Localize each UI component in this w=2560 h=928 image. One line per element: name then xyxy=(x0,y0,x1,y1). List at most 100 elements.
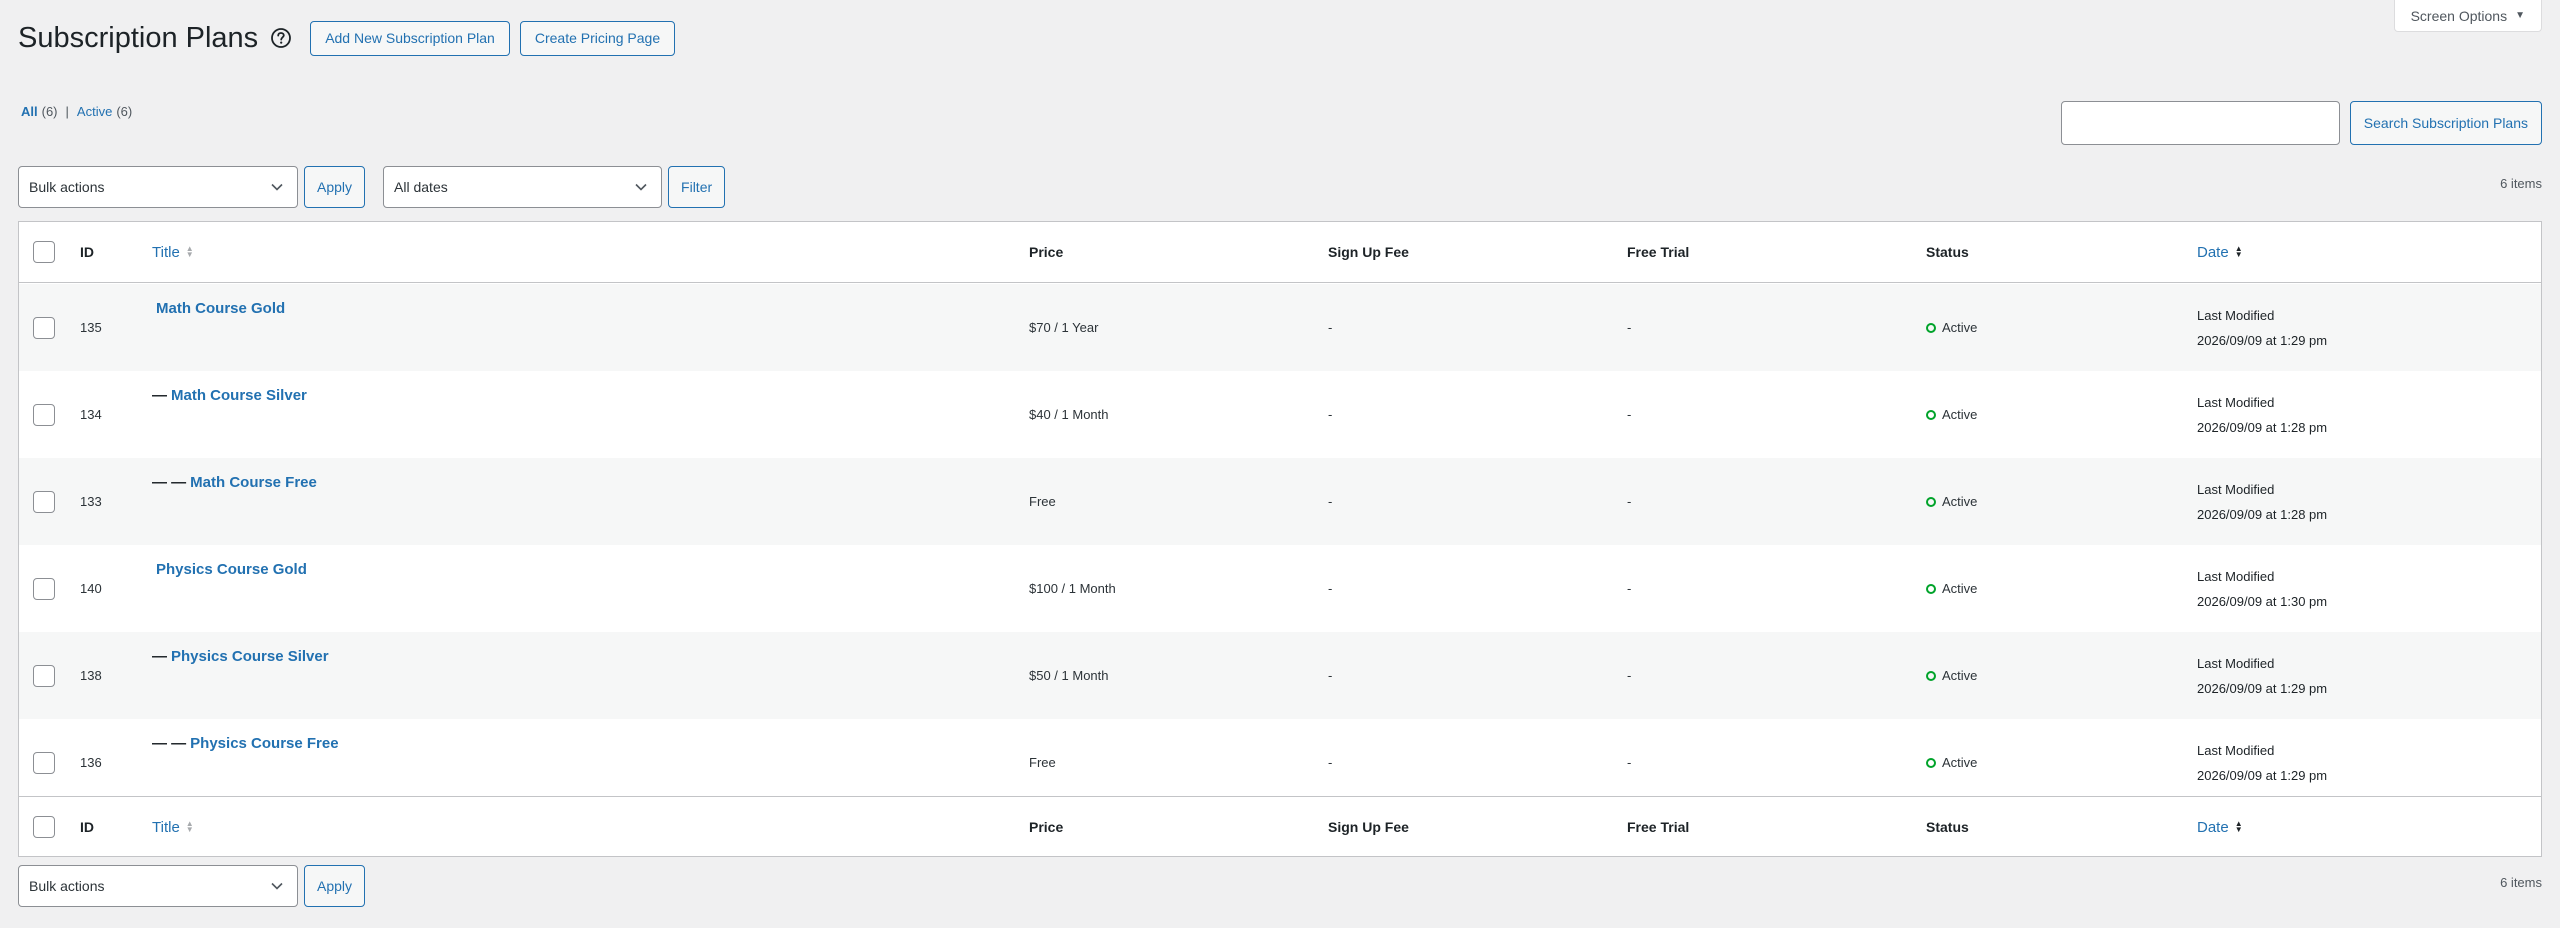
status-label: Active xyxy=(1942,755,1978,770)
search-input[interactable] xyxy=(2060,101,2340,145)
plan-title-link[interactable]: Math Course Silver xyxy=(171,387,307,404)
date-value: 2026/09/09 at 1:29 pm xyxy=(2197,680,2328,696)
date-label: Last Modified xyxy=(2197,655,2275,671)
table-row: 138 — Physics Course Silver $50 / 1 Month… xyxy=(19,632,2541,719)
table-row: 136 — — Physics Course Free Free - - Acti… xyxy=(19,719,2541,806)
row-date: Last Modified 2026/09/09 at 1:30 pm xyxy=(2197,545,2327,632)
date-label: Last Modified xyxy=(2197,568,2275,584)
row-id: 138 xyxy=(80,668,102,683)
row-price: $100 / 1 Month xyxy=(1029,581,1116,596)
row-sign-up-fee: - xyxy=(1328,755,1333,770)
select-all-checkbox-footer[interactable] xyxy=(33,816,55,838)
row-free-trial: - xyxy=(1627,755,1632,770)
column-date-label: Date xyxy=(2197,818,2229,836)
column-footer-price: Price xyxy=(1029,819,1064,835)
row-status: Active xyxy=(1926,284,1977,371)
page-title: Subscription Plans xyxy=(18,22,259,54)
row-checkbox[interactable] xyxy=(33,490,55,513)
chevron-down-icon xyxy=(635,183,647,191)
table-row: 133 — — Math Course Free Free - - Active … xyxy=(19,458,2541,545)
date-value: 2026/09/09 at 1:29 pm xyxy=(2197,767,2328,783)
apply-button[interactable]: Apply xyxy=(304,166,366,208)
row-checkbox[interactable] xyxy=(33,403,55,426)
row-price: $70 / 1 Year xyxy=(1029,320,1099,335)
view-separator: | xyxy=(65,104,69,119)
hierarchy-prefix: — — xyxy=(152,735,187,752)
column-header-price: Price xyxy=(1029,244,1064,260)
select-all-checkbox[interactable] xyxy=(33,241,55,263)
row-price: $40 / 1 Month xyxy=(1029,407,1109,422)
row-status: Active xyxy=(1926,371,1977,458)
status-dot-icon xyxy=(1926,409,1936,420)
row-sign-up-fee: - xyxy=(1328,320,1333,335)
apply-button-bottom[interactable]: Apply xyxy=(304,865,366,907)
create-pricing-page-button[interactable]: Create Pricing Page xyxy=(519,20,676,56)
row-id: 136 xyxy=(80,755,102,770)
plan-title-link[interactable]: Physics Course Silver xyxy=(171,648,329,665)
hierarchy-prefix: — xyxy=(152,648,167,665)
column-footer-status: Status xyxy=(1926,819,1969,835)
row-sign-up-fee: - xyxy=(1328,581,1333,596)
status-label: Active xyxy=(1942,494,1978,509)
hierarchy-prefix: — xyxy=(152,387,167,404)
items-count-top: 6 items xyxy=(2500,176,2542,191)
row-checkbox[interactable] xyxy=(33,664,55,687)
row-id: 133 xyxy=(80,494,102,509)
row-date: Last Modified 2026/09/09 at 1:28 pm xyxy=(2197,371,2327,458)
column-title-label: Title xyxy=(152,818,180,836)
column-footer-title[interactable]: Title ▲ ▼ xyxy=(152,819,194,836)
sort-desc-icon: ▲ ▼ xyxy=(2234,244,2243,259)
help-icon[interactable] xyxy=(270,27,292,49)
column-header-date[interactable]: Date ▲ ▼ xyxy=(2197,244,2243,261)
sort-icon: ▲ ▼ xyxy=(185,244,194,259)
date-value: 2026/09/09 at 1:28 pm xyxy=(2197,419,2328,435)
tablenav-bottom: Bulk actions Apply xyxy=(18,865,366,907)
row-price: Free xyxy=(1029,755,1056,770)
column-header-free-trial: Free Trial xyxy=(1627,244,1690,260)
row-checkbox[interactable] xyxy=(33,316,55,339)
row-date: Last Modified 2026/09/09 at 1:29 pm xyxy=(2197,719,2327,806)
column-footer-date[interactable]: Date ▲ ▼ xyxy=(2197,819,2243,836)
row-free-trial: - xyxy=(1627,581,1632,596)
column-header-title[interactable]: Title ▲ ▼ xyxy=(152,244,194,261)
date-label: Last Modified xyxy=(2197,481,2275,497)
status-dot-icon xyxy=(1926,496,1936,507)
dates-filter-select[interactable]: All dates xyxy=(383,166,663,208)
screen-options-toggle[interactable]: Screen Options ▼ xyxy=(2393,0,2542,32)
plan-title-link[interactable]: Math Course Free xyxy=(190,474,317,491)
status-label: Active xyxy=(1942,668,1978,683)
row-status: Active xyxy=(1926,632,1977,719)
table-row: 140 Physics Course Gold $100 / 1 Month -… xyxy=(19,545,2541,632)
add-new-plan-button[interactable]: Add New Subscription Plan xyxy=(310,20,510,56)
sort-icon: ▲ ▼ xyxy=(185,819,194,834)
view-active-link[interactable]: Active xyxy=(77,104,112,119)
plan-title-link[interactable]: Physics Course Gold xyxy=(156,561,307,578)
status-label: Active xyxy=(1942,581,1978,596)
search-plans-button[interactable]: Search Subscription Plans xyxy=(2349,101,2542,145)
date-value: 2026/09/09 at 1:28 pm xyxy=(2197,506,2328,522)
bulk-actions-select[interactable]: Bulk actions xyxy=(18,166,298,208)
column-header-sign-up-fee: Sign Up Fee xyxy=(1328,244,1409,260)
status-views: All (6) | Active (6) xyxy=(21,104,132,119)
plans-table: ID Title ▲ ▼ Price Sign Up Fee Free Trial… xyxy=(18,221,2542,857)
table-row: 135 Math Course Gold $70 / 1 Year - - Ac… xyxy=(19,284,2541,371)
plan-title-link[interactable]: Math Course Gold xyxy=(156,300,285,317)
row-date: Last Modified 2026/09/09 at 1:28 pm xyxy=(2197,458,2327,545)
dates-filter-value: All dates xyxy=(394,179,448,195)
row-free-trial: - xyxy=(1627,494,1632,509)
view-all-link[interactable]: All xyxy=(21,104,38,119)
table-header-row: ID Title ▲ ▼ Price Sign Up Fee Free Trial… xyxy=(19,222,2541,283)
column-title-label: Title xyxy=(152,243,180,261)
status-label: Active xyxy=(1942,320,1978,335)
column-footer-sign-up-fee: Sign Up Fee xyxy=(1328,819,1409,835)
row-checkbox[interactable] xyxy=(33,751,55,774)
date-label: Last Modified xyxy=(2197,394,2275,410)
row-checkbox[interactable] xyxy=(33,577,55,600)
bulk-actions-select-bottom[interactable]: Bulk actions xyxy=(18,865,298,907)
column-footer-free-trial: Free Trial xyxy=(1627,819,1690,835)
plan-title-link[interactable]: Physics Course Free xyxy=(190,735,338,752)
status-label: Active xyxy=(1942,407,1978,422)
view-active-count: (6) xyxy=(116,104,133,119)
row-sign-up-fee: - xyxy=(1328,494,1333,509)
filter-button[interactable]: Filter xyxy=(668,166,726,208)
